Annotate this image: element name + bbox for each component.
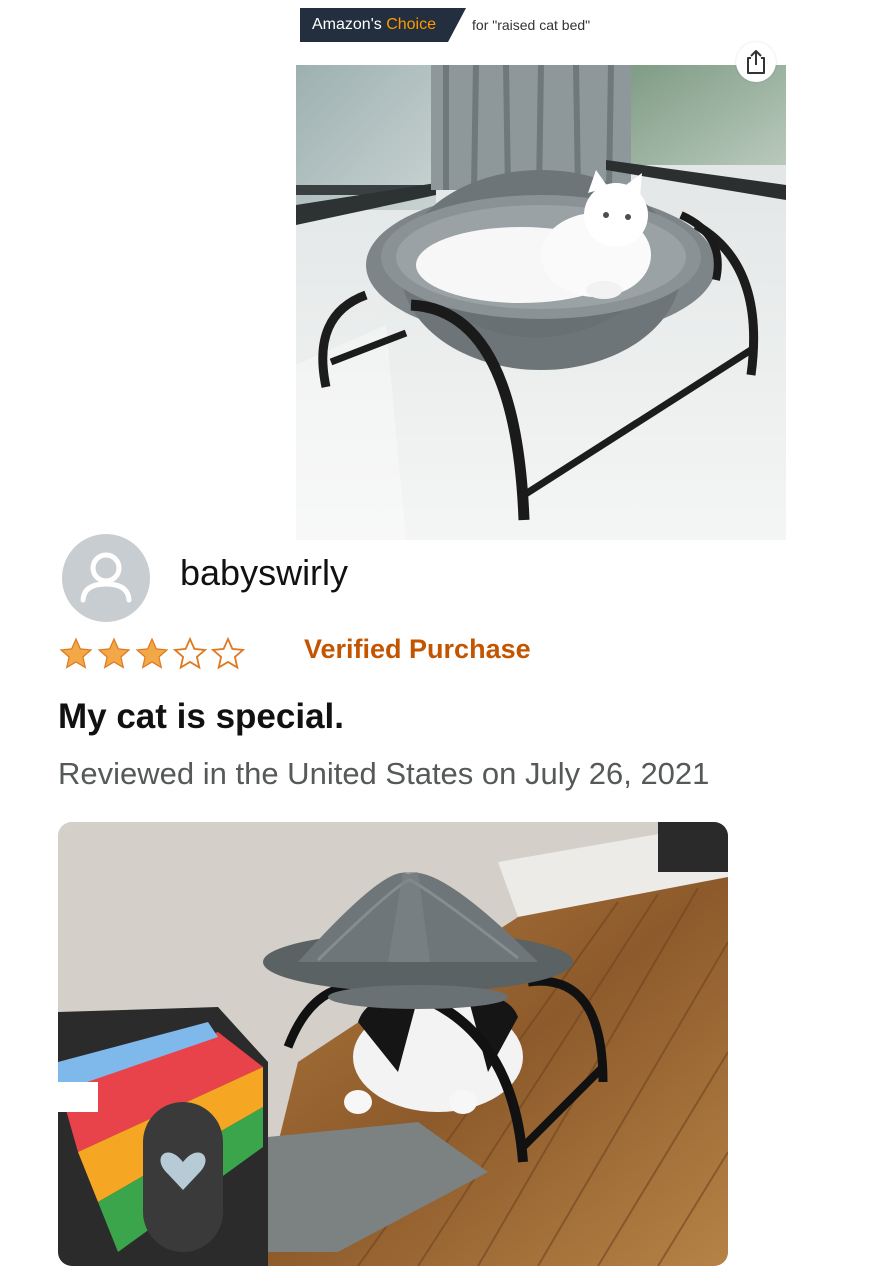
review-title: My cat is special. — [58, 697, 344, 736]
badge-label-main: Amazon's — [312, 16, 387, 33]
share-button[interactable] — [736, 42, 776, 82]
share-icon — [747, 50, 765, 74]
reviewer-name[interactable]: babyswirly — [180, 552, 348, 594]
verified-purchase-label: Verified Purchase — [304, 634, 531, 664]
review-photo-illustration — [58, 822, 728, 1266]
star-rating — [58, 636, 246, 672]
product-image[interactable] — [296, 65, 786, 540]
badge-for-text: for "raised cat bed" — [472, 17, 591, 33]
badge-label-accent: Choice — [386, 16, 437, 33]
user-icon — [80, 552, 132, 603]
star-empty-icon — [172, 636, 208, 670]
amazons-choice-row: Amazon's Choice for "raised cat bed" — [300, 8, 590, 42]
review-photo[interactable] — [58, 822, 728, 1266]
product-photo-illustration — [296, 65, 786, 540]
amazons-choice-badge[interactable]: Amazon's Choice — [300, 8, 466, 42]
star-filled-icon — [59, 637, 93, 669]
star-filled-icon — [97, 637, 131, 669]
star-filled-icon — [135, 637, 169, 669]
star-empty-icon — [210, 636, 246, 670]
reviewer-avatar[interactable] — [62, 534, 150, 622]
review-meta: Reviewed in the United States on July 26… — [58, 756, 710, 791]
